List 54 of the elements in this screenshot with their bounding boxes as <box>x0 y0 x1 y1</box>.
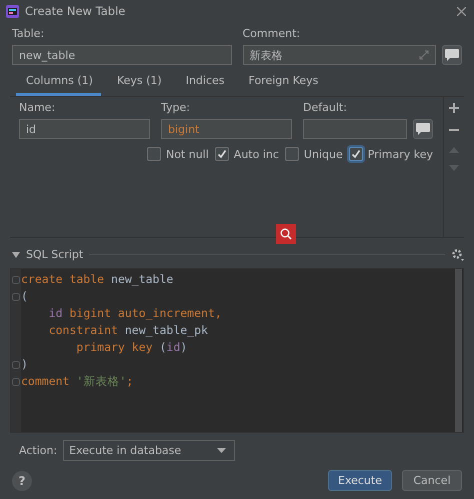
column-type-field[interactable]: bigint <box>161 119 292 139</box>
settings-icon[interactable] <box>451 248 464 261</box>
field-label: Comment: <box>242 27 302 40</box>
execute-button[interactable]: Execute <box>328 470 392 491</box>
comment-button[interactable] <box>442 45 462 65</box>
field-label: Table: <box>12 27 46 40</box>
field-label: Name: <box>19 101 56 114</box>
code-line: id bigint auto_increment, <box>48 305 222 322</box>
help-button[interactable]: ? <box>12 470 32 490</box>
code-line: comment '新表格'; <box>21 373 134 390</box>
tab[interactable]: Columns (1) <box>16 71 101 96</box>
speech-bubble-icon <box>416 123 430 135</box>
code-line: constraint new_table_pk <box>48 322 208 339</box>
checkbox-label: Auto inc <box>234 148 279 160</box>
fold-icon[interactable] <box>12 292 20 300</box>
section-title: SQL Script <box>26 248 84 261</box>
window-title: Create New Table <box>25 4 126 18</box>
fold-icon[interactable] <box>12 276 20 284</box>
code-line: create table new_table <box>21 271 174 288</box>
fold-icon[interactable] <box>12 360 20 368</box>
field-label: Default: <box>303 101 348 114</box>
action-label: Action: <box>19 444 58 456</box>
comment-button[interactable] <box>413 119 433 139</box>
cancel-button[interactable]: Cancel <box>402 470 462 491</box>
app-icon <box>6 4 19 18</box>
checkbox[interactable] <box>348 147 363 161</box>
plus-icon[interactable] <box>449 103 459 113</box>
scrollbar[interactable] <box>455 269 462 432</box>
checkbox[interactable] <box>146 147 161 161</box>
table-name-field[interactable]: new_table <box>12 45 232 65</box>
column-name-field[interactable]: id <box>19 119 150 139</box>
close-icon[interactable] <box>457 6 466 16</box>
speech-bubble-icon <box>445 49 459 61</box>
tab[interactable]: Foreign Keys <box>238 71 326 96</box>
action-dropdown[interactable]: Execute in database <box>63 440 236 460</box>
search-button[interactable] <box>276 224 296 244</box>
tab[interactable]: Keys (1) <box>106 71 170 96</box>
checkbox[interactable] <box>214 147 229 161</box>
code-line: ( <box>21 288 28 305</box>
fold-icon[interactable] <box>12 378 20 386</box>
code-line: ) <box>21 356 28 373</box>
default-value-field[interactable] <box>303 119 407 139</box>
search-icon <box>280 228 292 240</box>
checkbox-label: Unique <box>304 148 343 160</box>
checkbox-label: Not null <box>166 148 209 160</box>
field-label: Type: <box>161 101 191 114</box>
comment-field[interactable]: 新表格 <box>242 45 436 65</box>
checkbox-label: Primary key <box>368 148 433 160</box>
code-line: primary key (id) <box>75 339 188 356</box>
checkbox[interactable] <box>284 147 299 161</box>
tab[interactable]: Indices <box>176 71 233 96</box>
dropdown-caret-icon <box>217 448 226 452</box>
collapse-caret-icon[interactable] <box>12 252 20 258</box>
expand-icon[interactable] <box>419 50 429 60</box>
